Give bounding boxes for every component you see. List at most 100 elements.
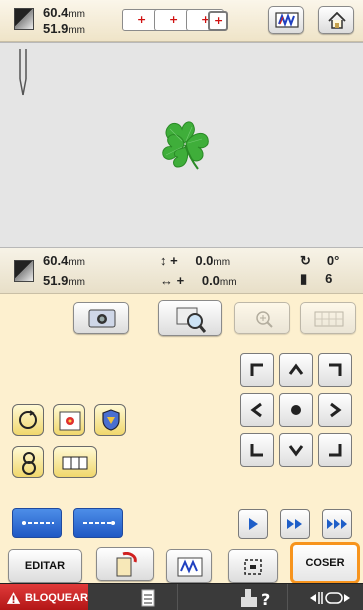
hoop-plus-1: + — [137, 13, 147, 26]
trial-frame-button[interactable] — [228, 549, 278, 583]
design-width-unit: mm — [68, 257, 85, 268]
zoom-in-icon — [256, 311, 273, 328]
thread-color-button[interactable] — [166, 549, 212, 583]
grid-button[interactable] — [300, 302, 356, 334]
machine-help-icon: ? — [240, 588, 270, 609]
move-up-button[interactable] — [279, 353, 313, 387]
horizontal-offset-icon: ↔ — [160, 273, 173, 288]
preview-design-button[interactable] — [53, 404, 85, 436]
rotation-angle-icon: ↻ — [300, 253, 311, 268]
thread-palette-button[interactable] — [268, 6, 304, 34]
svg-text:?: ? — [261, 590, 270, 609]
header-unit-w: mm — [68, 9, 85, 20]
figure-eight-icon — [22, 452, 36, 475]
header-unit-h: mm — [68, 25, 85, 36]
rotate-icon — [19, 410, 37, 429]
design-preview-icon — [59, 411, 81, 431]
design-height-value: 51.9 — [43, 273, 69, 288]
needle-position-icon — [19, 49, 27, 96]
arrow-right-icon — [330, 402, 342, 418]
hoop-plus-2: + — [169, 13, 179, 26]
hoop-plus-4: + — [214, 14, 224, 27]
frame-trace-icon — [244, 559, 262, 575]
header-size-height: 51.9 — [43, 21, 69, 36]
warning-icon — [6, 591, 21, 604]
arrow-up-right-icon — [329, 363, 342, 376]
shield-icon — [102, 409, 120, 431]
camera-button[interactable] — [73, 302, 129, 334]
center-button[interactable] — [279, 393, 313, 427]
thread-count-value: 6 — [325, 271, 333, 286]
arrow-up-left-icon — [250, 363, 263, 376]
move-down-left-button[interactable] — [240, 433, 274, 467]
speed-medium-button[interactable] — [280, 509, 310, 539]
horizontal-offset-unit: mm — [219, 277, 237, 288]
move-up-right-button[interactable] — [318, 353, 352, 387]
grid-icon — [314, 311, 344, 327]
design-size-icon — [14, 260, 34, 282]
clover-design[interactable] — [158, 117, 214, 173]
hoop-frame-selected: + — [208, 11, 228, 31]
home-icon — [328, 12, 346, 29]
thread-trim-button[interactable] — [12, 508, 62, 538]
arrow-left-icon — [250, 402, 262, 418]
lock-button[interactable]: BLOQUEAR — [0, 584, 88, 610]
camera-icon — [88, 309, 116, 328]
edit-button[interactable]: EDITAR — [8, 549, 82, 583]
move-down-button[interactable] — [279, 433, 313, 467]
header-bar: 60.4mm 51.9mm + + + + — [0, 0, 363, 42]
speed-fast-button[interactable] — [322, 509, 352, 539]
center-dot-icon — [291, 405, 301, 415]
angle-thread-readout: ↻ 0° ▮ 6 — [300, 254, 339, 286]
tack-stitch-button[interactable] — [73, 508, 123, 538]
magnifier-preview-icon — [176, 307, 206, 333]
header-size-readout: 60.4mm 51.9mm — [43, 6, 85, 38]
checklist-button[interactable] — [118, 584, 178, 610]
thread-order-button[interactable] — [12, 446, 44, 478]
header-size-width: 60.4 — [43, 5, 69, 20]
needle-mode-icon — [309, 591, 350, 604]
move-right-button[interactable] — [318, 393, 352, 427]
arrow-down-left-icon — [250, 444, 263, 457]
move-pad — [236, 349, 356, 473]
lock-label: BLOQUEAR — [25, 591, 88, 604]
rotation-angle-value: 0° — [326, 253, 340, 268]
needle-mode-button[interactable] — [296, 584, 363, 610]
appliqué-button[interactable] — [94, 404, 126, 436]
arrow-up-icon — [288, 363, 304, 375]
embroidery-size-icon — [14, 8, 34, 30]
rotate-button[interactable] — [12, 404, 44, 436]
baseline-button[interactable] — [53, 446, 97, 478]
move-left-button[interactable] — [240, 393, 274, 427]
speed-slow-button[interactable] — [238, 509, 268, 539]
trim-line-icon — [22, 521, 54, 525]
design-height-unit: mm — [68, 277, 85, 288]
design-info-bar: 60.4mm 51.9mm ↕ + 0.0mm ↔ + 0.0mm ↻ 0° ▮ 6 — [0, 248, 363, 294]
horizontal-offset-value: 0.0 — [201, 273, 220, 288]
thread-wave-icon — [177, 557, 203, 577]
zoom-preview-button[interactable] — [158, 300, 222, 336]
fast-forward-icon — [287, 519, 302, 529]
checklist-icon — [141, 589, 154, 606]
zoom-in-button[interactable] — [234, 302, 290, 334]
vertical-offset-value: 0.0 — [195, 253, 214, 268]
move-up-left-button[interactable] — [240, 353, 274, 387]
move-down-right-button[interactable] — [318, 433, 352, 467]
sew-button[interactable]: COSER — [290, 542, 360, 584]
horizontal-offset-sign: + — [176, 273, 185, 288]
thread-spool-icon: ▮ — [300, 271, 308, 286]
fastest-forward-icon — [327, 519, 347, 529]
baseline-icon — [62, 456, 88, 470]
color-palette-icon — [275, 12, 299, 28]
embroidery-preview-area[interactable] — [0, 42, 363, 248]
position-offset-readout: ↕ + 0.0mm ↔ + 0.0mm — [160, 254, 237, 290]
help-button[interactable]: ? — [224, 584, 288, 610]
vertical-offset-icon: ↕ — [160, 253, 167, 268]
vertical-offset-unit: mm — [213, 257, 231, 268]
fabric-button[interactable] — [96, 547, 154, 581]
arrow-down-icon — [288, 445, 304, 457]
play-icon — [249, 518, 258, 530]
tack-line-icon — [83, 521, 115, 525]
fabric-icon — [116, 552, 137, 577]
home-button[interactable] — [318, 6, 354, 34]
